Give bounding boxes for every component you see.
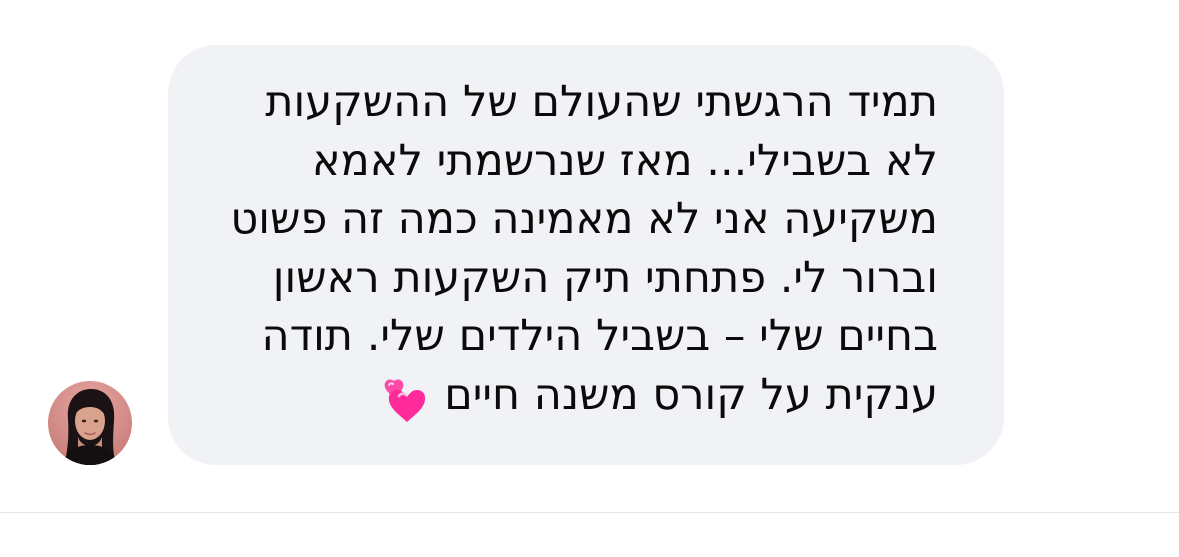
message-line: תמיד הרגשתי שהעולם של ההשקעות (265, 77, 938, 127)
avatar[interactable] (48, 381, 132, 465)
divider (0, 512, 1179, 513)
message-line-last: ענקית על קורס משנה חיים (198, 366, 938, 425)
message-row: תמיד הרגשתי שהעולם של ההשקעות לא בשבילי.… (0, 0, 1179, 512)
message-line-text: ענקית על קורס משנה חיים (444, 369, 938, 420)
message-line: בחיים שלי – בשביל הילדים שלי. תודה (261, 311, 939, 361)
two-hearts-icon (372, 364, 430, 422)
message-bubble[interactable]: תמיד הרגשתי שהעולם של ההשקעות לא בשבילי.… (168, 45, 1004, 465)
message-line: משקיעה אני לא מאמינה כמה זה פשוט (230, 194, 938, 244)
profile-photo (48, 381, 132, 465)
message-text: תמיד הרגשתי שהעולם של ההשקעות לא בשבילי.… (198, 73, 938, 424)
message-line: לא בשבילי... מאז שנרשמתי לאמא (311, 135, 938, 186)
message-line: וברור לי. פתחתי תיק השקעות ראשון (272, 252, 938, 303)
